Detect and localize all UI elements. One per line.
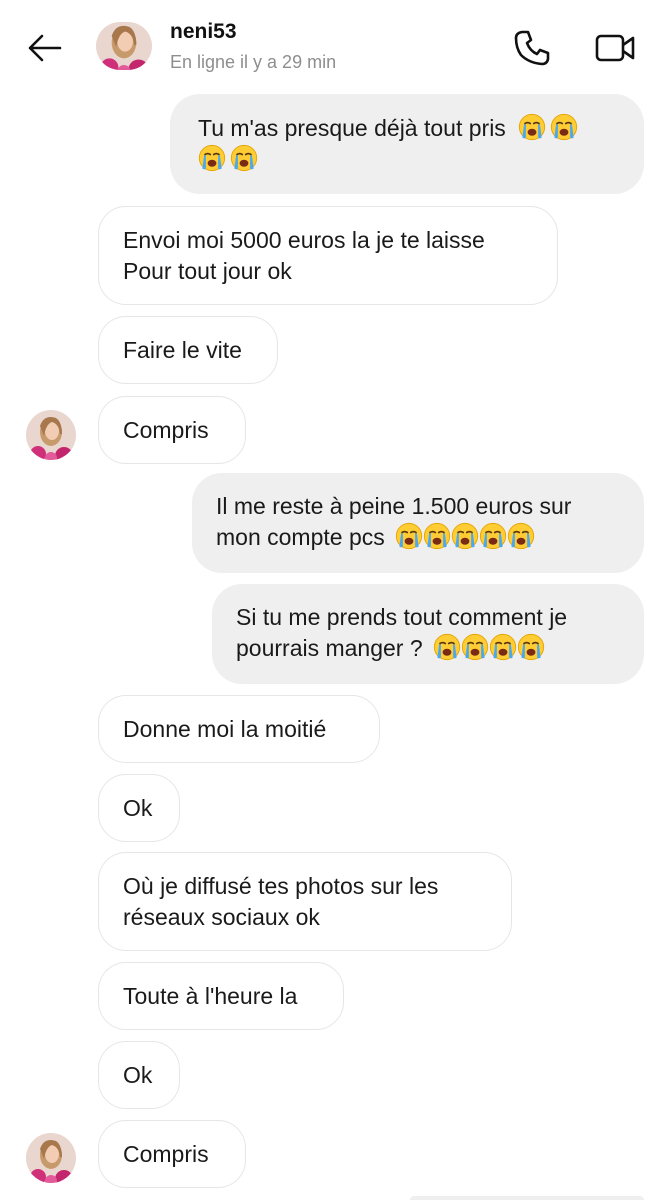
message-text: mon compte pcs	[216, 524, 385, 550]
message-bubble-outgoing[interactable]: Si tu me prends tout comment je pourrais…	[212, 584, 644, 684]
message-text: Envoi moi 5000 euros la je te laisse	[123, 227, 485, 253]
contact-name[interactable]: neni53	[170, 20, 237, 44]
video-call-button[interactable]	[590, 26, 638, 70]
crying-emoji-icon	[451, 522, 479, 550]
message-text: Toute à l'heure la	[123, 983, 298, 1009]
contact-status: En ligne il y a 29 min	[170, 52, 337, 72]
back-button[interactable]	[22, 26, 66, 70]
message-text: Où je diffusé tes photos sur les	[123, 873, 439, 899]
message-text: Pour tout jour ok	[123, 258, 292, 284]
message-bubble-incoming[interactable]: Faire le vite	[98, 316, 278, 384]
crying-emoji-icon	[518, 113, 546, 141]
crying-emoji-icon	[433, 633, 461, 661]
message-bubble-incoming[interactable]: Où je diffusé tes photos sur les réseaux…	[98, 852, 512, 951]
crying-emoji-icon	[507, 522, 535, 550]
crying-emoji-icon	[489, 633, 517, 661]
contact-avatar[interactable]	[96, 22, 152, 70]
message-bubble-outgoing[interactable]: Il me reste à peine 1.500 euros sur mon …	[192, 473, 644, 573]
sender-avatar[interactable]	[26, 410, 76, 460]
message-text: Donne moi la moitié	[123, 716, 327, 742]
message-bubble-outgoing[interactable]: Tu m'as presque déjà tout pris	[170, 94, 644, 194]
message-text: Ok	[123, 1062, 153, 1088]
crying-emoji-icon	[479, 522, 507, 550]
crying-emoji-icon	[395, 522, 423, 550]
crying-emoji-icon	[423, 522, 451, 550]
crying-emoji-icon	[461, 633, 489, 661]
message-bubble-incoming[interactable]: Donne moi la moitié	[98, 695, 380, 763]
message-text: Ok	[123, 795, 153, 821]
message-bubble-incoming[interactable]: Ok	[98, 774, 180, 842]
chat-header: neni53 En ligne il y a 29 min	[0, 0, 667, 96]
message-bubble-incoming[interactable]: Ok	[98, 1041, 180, 1109]
message-bubble-incoming[interactable]: Envoi moi 5000 euros la je te laisse Pou…	[98, 206, 558, 305]
crying-emoji-icon	[230, 144, 258, 172]
message-bubble-incoming[interactable]: Compris	[98, 396, 246, 464]
crying-emoji-icon	[198, 144, 226, 172]
message-text: Compris	[123, 1141, 209, 1167]
message-text: pourrais manger ?	[236, 635, 423, 661]
message-bubble-outgoing-partial[interactable]	[410, 1196, 644, 1200]
sender-avatar[interactable]	[26, 1133, 76, 1183]
video-camera-icon	[595, 34, 635, 62]
message-bubble-incoming[interactable]: Compris	[98, 1120, 246, 1188]
crying-emoji-icon	[517, 633, 545, 661]
message-text: Compris	[123, 417, 209, 443]
message-text: Tu m'as presque déjà tout pris	[198, 115, 506, 141]
phone-icon	[514, 30, 550, 66]
message-text: Il me reste à peine 1.500 euros sur	[216, 493, 572, 519]
message-bubble-incoming[interactable]: Toute à l'heure la	[98, 962, 344, 1030]
message-text: réseaux sociaux ok	[123, 904, 320, 930]
message-text: Faire le vite	[123, 337, 242, 363]
message-text: Si tu me prends tout comment je	[236, 604, 568, 630]
arrow-left-icon	[28, 34, 62, 62]
call-button[interactable]	[510, 26, 554, 70]
crying-emoji-icon	[550, 113, 578, 141]
